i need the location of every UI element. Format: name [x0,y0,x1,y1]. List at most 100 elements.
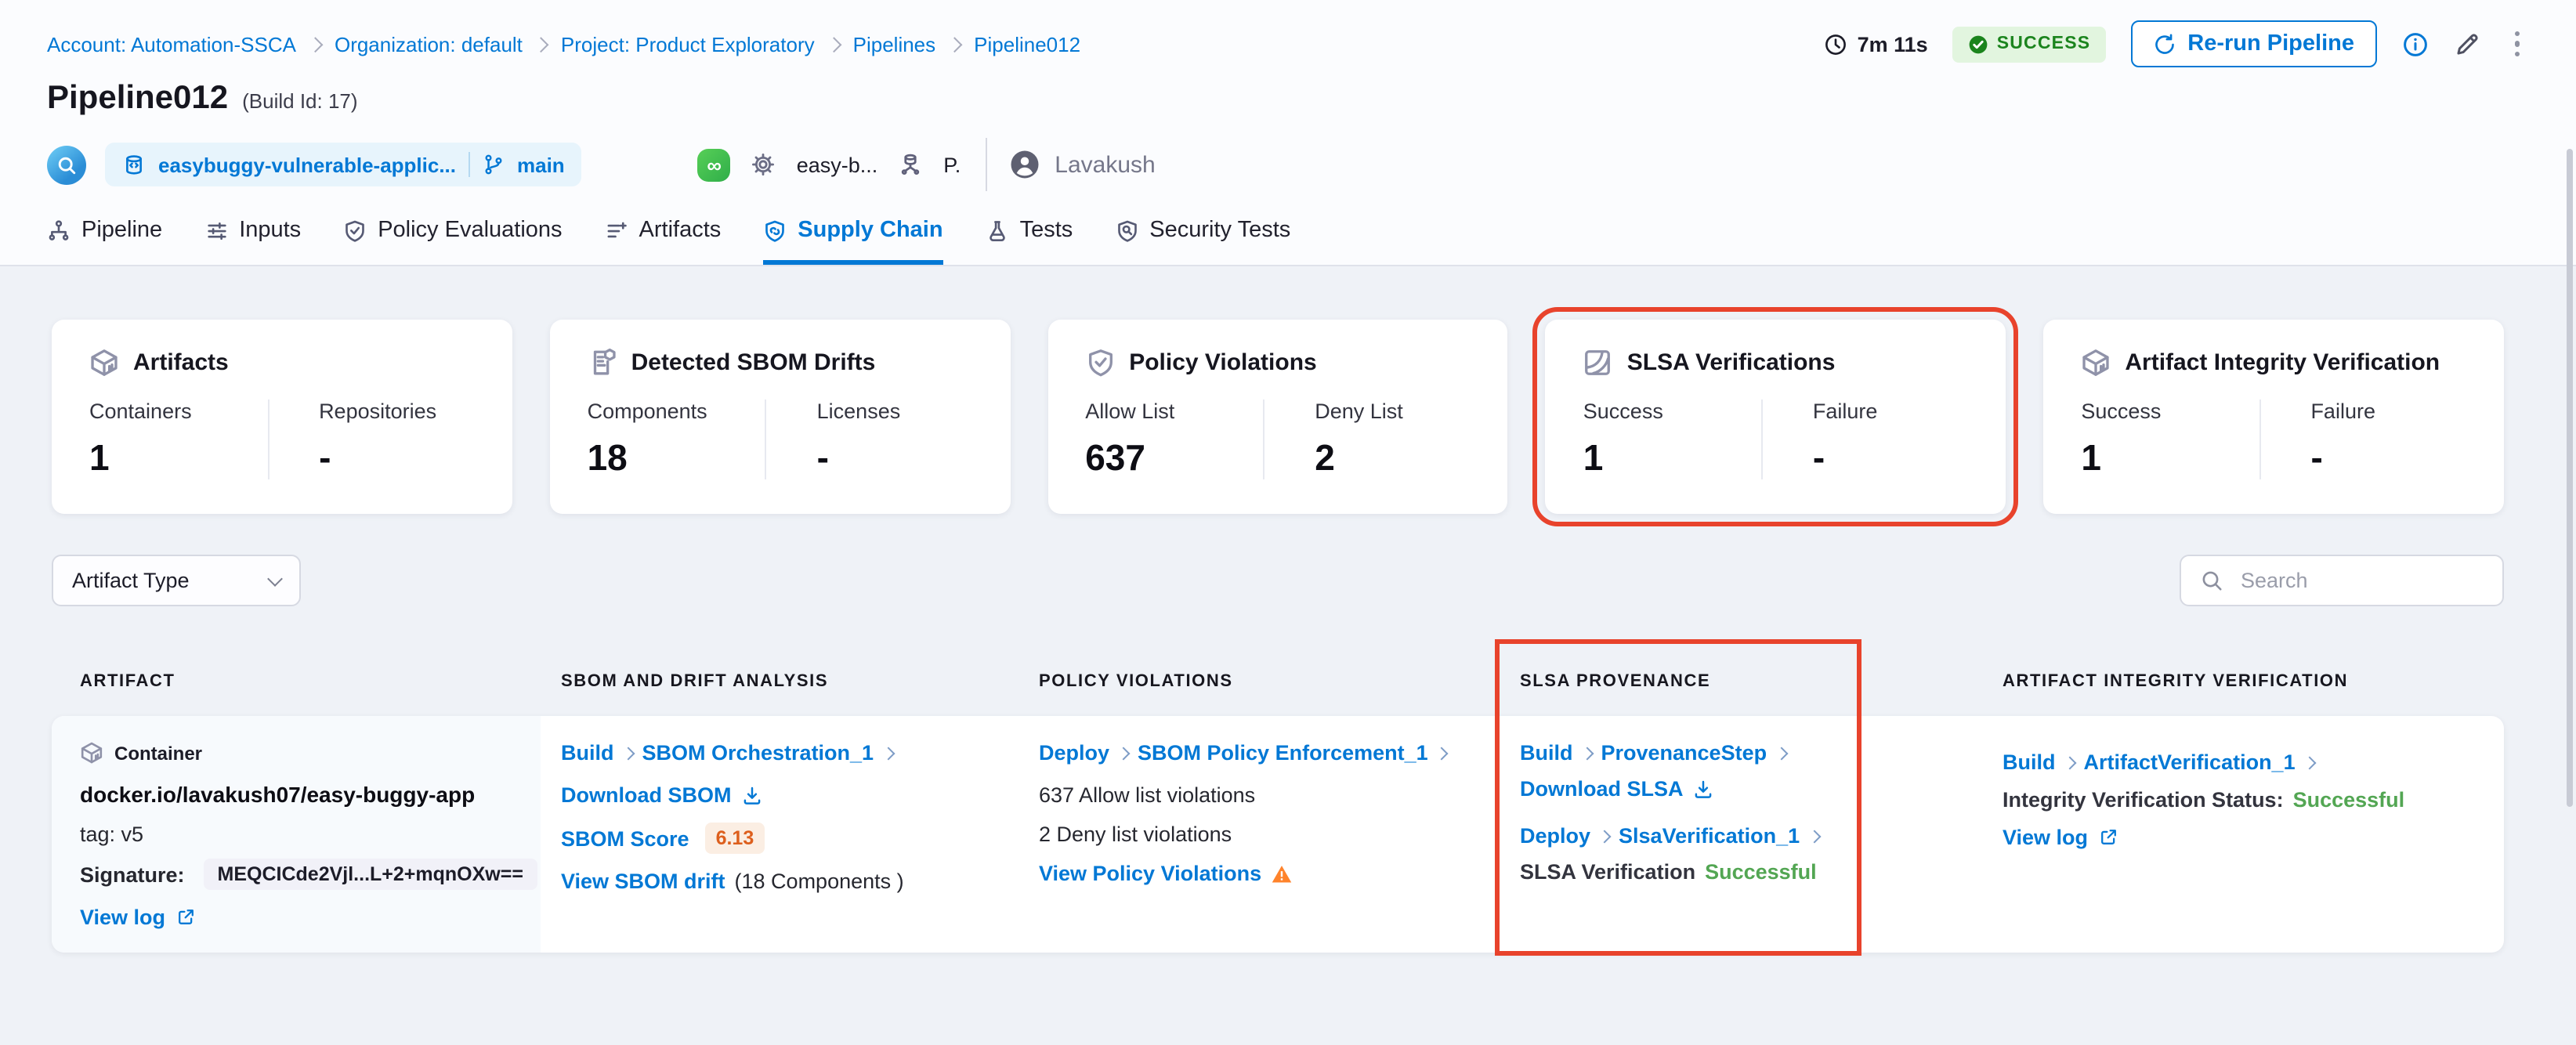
view-log-link[interactable]: View log [80,906,165,929]
magnifier-icon [56,154,77,175]
stat-value: - [1812,437,1825,478]
stat-value: 2 [1315,437,1335,478]
breadcrumb-pipeline012[interactable]: Pipeline012 [974,32,1080,56]
tab-artifacts[interactable]: Artifacts [605,218,721,265]
tab-inputs[interactable]: Inputs [204,218,301,265]
card-sbom-drifts: Detected SBOM Drifts Components 18 Licen… [549,320,1011,514]
card-title: Detected SBOM Drifts [631,349,876,376]
cell-sbom: Build SBOM Orchestration_1 Download SBOM… [541,716,1018,953]
info-button[interactable] [2401,31,2428,57]
stat-label: Failure [2310,400,2375,423]
repo-pill[interactable]: easybuggy-vulnerable-applic... main [105,143,582,186]
breadcrumb-organization[interactable]: Organization: default [335,32,523,56]
chevron-right-icon [1807,829,1821,843]
artifact-name: docker.io/lavakush07/easy-buggy-app [80,782,476,807]
stage-link[interactable]: Deploy [1520,824,1590,848]
slsa-badge-icon [1583,348,1613,378]
pipeline-tabs: Pipeline Inputs Policy Evaluations Artif… [47,218,2529,265]
edit-pipeline-button[interactable] [2453,31,2480,57]
integrity-status-label: Integrity Verification Status: [2003,788,2284,812]
stat-value: 1 [2081,437,2101,478]
divider [469,152,470,177]
breadcrumb-project[interactable]: Project: Product Exploratory [561,32,815,56]
tab-tests[interactable]: Tests [986,218,1073,265]
cube-icon [80,741,103,765]
chevron-right-icon [1435,746,1449,760]
stat-label: Deny List [1315,400,1403,423]
vertical-scrollbar[interactable] [2567,149,2573,807]
card-title: SLSA Verifications [1626,349,1836,376]
table-header: ARTIFACT SBOM AND DRIFT ANALYSIS POLICY … [52,672,2504,691]
shield-check-icon [343,219,367,242]
step-link[interactable]: SBOM Orchestration_1 [642,741,874,765]
stat-label: Components [587,400,707,423]
download-slsa-link[interactable]: Download SLSA [1520,777,1684,801]
tab-pipeline[interactable]: Pipeline [47,218,162,265]
breadcrumb-pipelines[interactable]: Pipelines [853,32,936,56]
search-input[interactable] [2238,567,2484,594]
cell-policy: Deploy SBOM Policy Enforcement_1 637 All… [1018,716,1500,953]
tab-security-tests[interactable]: Security Tests [1115,218,1290,265]
ci-module-icon: ∞ [697,148,731,181]
allow-list-violations: 637 Allow list violations [1039,783,1256,807]
slsa-status-value: Successful [1705,860,1817,884]
tab-supply-chain[interactable]: Supply Chain [763,218,943,265]
stage-link[interactable]: Build [2003,750,2056,774]
deny-list-violations: 2 Deny list violations [1039,823,1232,846]
search-icon [2200,569,2223,592]
sbom-score-link[interactable]: SBOM Score [561,826,689,850]
card-artifacts: Artifacts Containers 1 Repositories - [52,320,512,514]
sbom-document-icon [588,348,617,378]
page-title: Pipeline012 [47,80,229,116]
external-link-icon [175,907,195,927]
stat-label: Success [1583,400,1663,423]
column-header-artifact: ARTIFACT [80,672,175,691]
sliders-icon [204,219,228,242]
artifact-tag: tag: v5 [80,823,144,846]
trigger-pipeline-name: easy-b... [796,153,878,176]
cube-icon [89,348,119,378]
warning-triangle-icon [1271,862,1293,884]
tab-policy-evaluations[interactable]: Policy Evaluations [343,218,563,265]
stat-label: Repositories [319,400,437,423]
user-name: Lavakush [1055,151,1156,178]
rerun-pipeline-button[interactable]: Re-run Pipeline [2131,20,2376,67]
server-network-icon [898,152,923,177]
breadcrumb-account[interactable]: Account: Automation-SSCA [47,32,296,56]
supply-chain-page: Account: Automation-SSCA Organization: d… [0,0,2576,1045]
stat-value: - [816,437,829,478]
stat-value: 1 [1583,437,1604,478]
stat-value: 1 [89,437,110,478]
supply-chain-content: Artifacts Containers 1 Repositories - De… [0,266,2576,953]
sbom-score-badge: 6.13 [704,823,765,854]
step-link[interactable]: ArtifactVerification_1 [2084,750,2296,774]
artifact-type-select[interactable]: Artifact Type [52,555,301,606]
download-sbom-link[interactable]: Download SBOM [561,783,732,807]
chevron-right-icon [308,36,323,52]
more-options-button[interactable] [2505,28,2529,60]
chevron-right-icon [621,746,635,760]
shield-search-icon [1115,219,1138,242]
stat-value: - [2310,437,2323,478]
step-link[interactable]: ProvenanceStep [1601,741,1767,765]
stage-link[interactable]: Deploy [1039,741,1109,765]
view-policy-violations-link[interactable]: View Policy Violations [1039,862,1261,885]
pencil-icon [2453,31,2480,57]
step-link[interactable]: SBOM Policy Enforcement_1 [1138,741,1428,765]
repo-name[interactable]: easybuggy-vulnerable-applic... [158,153,456,176]
chevron-right-icon [1597,829,1612,843]
branch-name[interactable]: main [517,153,565,176]
build-id-label: (Build Id: 17) [242,89,358,113]
chevron-right-icon [826,36,841,52]
view-sbom-drift-link[interactable]: View SBOM drift [561,870,725,893]
external-link-icon [2097,827,2118,848]
chevron-right-icon [881,746,895,760]
stage-link[interactable]: Build [1520,741,1573,765]
stat-label: Success [2081,400,2162,423]
view-log-link[interactable]: View log [2003,826,2088,849]
step-link[interactable]: SlsaVerification_1 [1619,824,1800,848]
stat-label: Licenses [816,400,901,423]
download-icon [1693,778,1715,800]
stage-link[interactable]: Build [561,741,614,765]
chevron-right-icon [1580,746,1594,760]
